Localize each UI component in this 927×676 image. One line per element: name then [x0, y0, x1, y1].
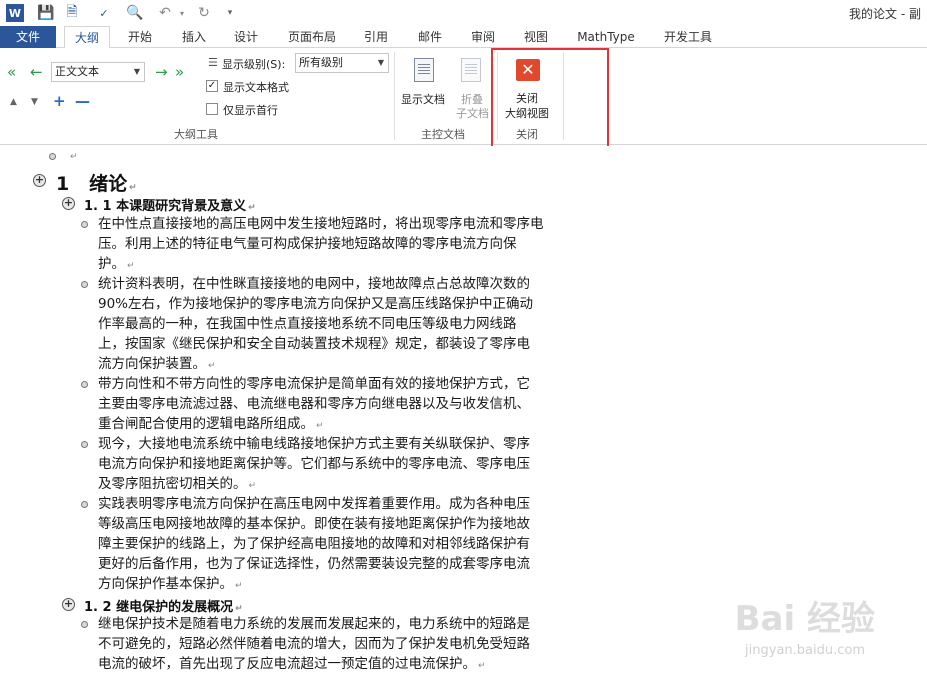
- show-level-select[interactable]: 所有级别 ▼: [295, 53, 389, 73]
- show-text-format-checkbox[interactable]: ✓: [206, 80, 218, 92]
- collapse-subdocuments-icon[interactable]: [461, 58, 481, 82]
- document-area[interactable]: ↵ + 1 绪论 ↵ + 1. 1 本课题研究背景及意义 ↵ 在中性点直接接地的高压…: [0, 146, 927, 672]
- show-first-line-label: 仅显示首行: [223, 104, 278, 117]
- tab-design[interactable]: 设计: [226, 26, 266, 48]
- watermark-url: jingyan.baidu.com: [745, 643, 865, 658]
- heading-1-number: 1: [56, 173, 70, 195]
- heading-2: 1. 1 本课题研究背景及意义 ↵: [84, 195, 256, 214]
- undo-dropdown-icon[interactable]: ▾: [172, 3, 192, 23]
- chevron-down-icon: ▼: [377, 58, 384, 67]
- heading-expand-icon[interactable]: +: [62, 197, 75, 210]
- outline-level-select[interactable]: 正文文本 ▼: [51, 62, 145, 82]
- expand-icon[interactable]: +: [53, 92, 66, 110]
- promote-to-heading1-icon[interactable]: «: [7, 64, 16, 80]
- show-document-label[interactable]: 显示文档: [401, 91, 445, 107]
- divider: [394, 52, 395, 140]
- heading-1: 1 绪论 ↵: [56, 169, 137, 196]
- heading-1-text: 绪论: [89, 173, 128, 195]
- save-icon[interactable]: 💾: [36, 3, 56, 23]
- tab-home[interactable]: 开始: [120, 26, 160, 48]
- body-paragraph: 统计资料表明，在中性眯直接接地的电网中，接地故障点占总故障次数的 90%左右，作为…: [98, 276, 534, 372]
- heading-expand-icon[interactable]: +: [33, 174, 46, 187]
- show-document-icon[interactable]: [414, 58, 434, 82]
- outline-level-value: 正文文本: [55, 65, 99, 78]
- tab-outline[interactable]: 大纲: [64, 26, 110, 49]
- document-title: 我的论文 - 副: [849, 7, 921, 21]
- show-first-line-checkbox[interactable]: [206, 103, 218, 115]
- paragraph-mark: ↵: [248, 203, 256, 213]
- customize-quick-access-icon[interactable]: ▾: [220, 3, 240, 23]
- demote-icon[interactable]: →: [155, 64, 168, 80]
- collapse-icon[interactable]: —: [75, 92, 90, 110]
- body-bullet[interactable]: [81, 501, 88, 508]
- collapse-subdocuments-label-2[interactable]: 子文档: [456, 105, 489, 121]
- show-level-label: 显示级别(S):: [222, 58, 286, 71]
- redo-icon[interactable]: ↻: [194, 3, 214, 23]
- demote-to-body-icon[interactable]: »: [175, 64, 184, 80]
- tab-developer[interactable]: 开发工具: [658, 26, 718, 48]
- body-bullet[interactable]: [81, 221, 88, 228]
- baidu-jingyan-watermark: Bai 经验: [734, 599, 875, 639]
- paragraph-mark: ↵: [70, 152, 78, 162]
- paragraph-mark: ↵: [235, 604, 243, 614]
- group-label-outline-tools: 大纲工具: [174, 128, 218, 141]
- body-bullet[interactable]: [81, 381, 88, 388]
- show-level-value: 所有级别: [299, 56, 343, 69]
- tab-review[interactable]: 审阅: [463, 26, 503, 48]
- heading-2: 1. 2 继电保护的发展概况 ↵: [84, 596, 243, 615]
- move-down-icon[interactable]: ▼: [31, 97, 38, 107]
- body-paragraph: 在中性点直接接地的高压电网中发生接地短路时，将出现零序电流和零序电 压。利用上述的…: [98, 216, 544, 272]
- show-text-format-label: 显示文本格式: [223, 81, 289, 94]
- empty-body-bullet[interactable]: [49, 153, 56, 160]
- body-paragraph: 继电保护技术是随着电力系统的发展而发展起来的，电力系统中的短路是 不可避免的，短路…: [98, 616, 530, 672]
- new-document-icon[interactable]: 🗎: [62, 3, 82, 23]
- show-level-icon: ☰: [208, 56, 218, 69]
- tab-file[interactable]: 文件: [0, 26, 56, 48]
- heading-expand-icon[interactable]: +: [62, 598, 75, 611]
- promote-icon[interactable]: ←: [30, 64, 43, 80]
- move-up-icon[interactable]: ▲: [10, 97, 17, 107]
- group-label-master-document: 主控文档: [421, 128, 465, 141]
- tab-mailings[interactable]: 邮件: [410, 26, 450, 48]
- ribbon-tabs: 文件 大纲 开始 插入 设计 页面布局 引用 邮件 审阅 视图 MathType…: [0, 26, 927, 49]
- word-app-icon: W: [6, 4, 24, 22]
- print-preview-icon[interactable]: 🔍: [125, 3, 145, 23]
- title-bar: W 💾 🗎 ✓ 🔍 ↶ ▾ ↻ ▾ 我的论文 - 副: [0, 0, 927, 26]
- body-bullet[interactable]: [81, 441, 88, 448]
- body-paragraph: 带方向性和不带方向性的零序电流保护是简单面有效的接地保护方式，它 主要由零序电流滤…: [98, 376, 530, 432]
- tab-page-layout[interactable]: 页面布局: [284, 26, 340, 48]
- paragraph-mark: ↵: [129, 183, 137, 193]
- heading-2-text: 1. 1 本课题研究背景及意义: [84, 199, 247, 214]
- tab-view[interactable]: 视图: [516, 26, 556, 48]
- body-paragraph: 实践表明零序电流方向保护在高压电网中发挥着重要作用。成为各种电压 等级高压电网接地…: [98, 496, 530, 592]
- body-paragraph: 现今，大接地电流系统中输电线路接地保护方式主要有关纵联保护、零序 电流方向保护和接…: [98, 436, 530, 492]
- chevron-down-icon: ▼: [133, 67, 140, 76]
- tab-insert[interactable]: 插入: [174, 26, 214, 48]
- ribbon-outline: « ← 正文文本 ▼ → » ▲ ▼ + — ☰ 显示级别(S): 所有级别 ▼…: [0, 48, 927, 145]
- spelling-check-icon[interactable]: ✓: [94, 3, 114, 23]
- body-bullet[interactable]: [81, 621, 88, 628]
- tab-mathtype[interactable]: MathType: [572, 26, 640, 48]
- highlight-annotation-box: [491, 48, 609, 155]
- body-bullet[interactable]: [81, 281, 88, 288]
- heading-2-text: 1. 2 继电保护的发展概况: [84, 600, 234, 615]
- tab-references[interactable]: 引用: [356, 26, 396, 48]
